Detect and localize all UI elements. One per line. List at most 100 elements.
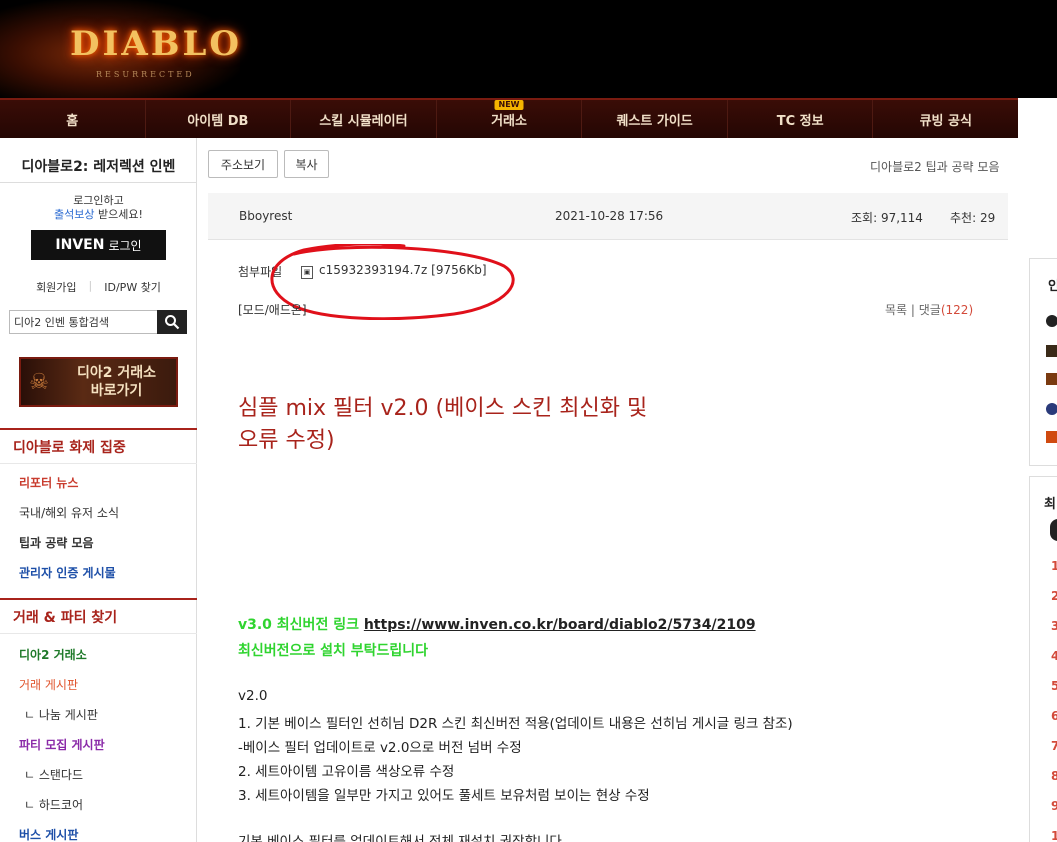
rail-box-top: 인 bbox=[1029, 258, 1057, 466]
divider: | bbox=[88, 279, 93, 292]
section-hot-topics[interactable]: 디아블로 화제 집중 bbox=[0, 428, 197, 464]
body-text: 3. 세트아이템을 일부만 가지고 있어도 풀세트 보유처럼 보이는 현상 수정 bbox=[238, 788, 650, 804]
nav-cubing[interactable]: 큐빙 공식 bbox=[873, 100, 1018, 138]
rank-number: 5 bbox=[1051, 679, 1057, 693]
attendance-text: 받으세요! bbox=[94, 208, 143, 221]
nav-item-db[interactable]: 아이템 DB bbox=[146, 100, 292, 138]
show-address-button[interactable]: 주소보기 bbox=[208, 150, 278, 178]
rank-number: 3 bbox=[1051, 619, 1057, 633]
sidebar-item-standard[interactable]: ㄴ 스탠다드 bbox=[24, 766, 83, 783]
login-label: 로그인 bbox=[108, 238, 142, 253]
sidebar-item-trade-board[interactable]: 거래 게시판 bbox=[19, 676, 78, 693]
game-icon bbox=[1046, 373, 1057, 385]
sidebar-item-admin-verified[interactable]: 관리자 인증 게시물 bbox=[19, 564, 116, 581]
comment-count[interactable]: (122) bbox=[941, 303, 973, 317]
nav-label: 큐빙 공식 bbox=[919, 113, 972, 129]
body-text: 2. 세트아이템 고유이름 색상오류 수정 bbox=[238, 764, 455, 780]
sidebar-item-tips[interactable]: 팁과 공략 모음 bbox=[19, 534, 94, 551]
list-link[interactable]: 목록 bbox=[885, 303, 907, 317]
sidebar-item-party-board[interactable]: 파티 모집 게시판 bbox=[19, 736, 105, 753]
post-date: 2021-10-28 17:56 bbox=[555, 209, 664, 223]
body-text: -베이스 필터 업데이트로 v2.0으로 버전 넘버 수정 bbox=[238, 740, 522, 756]
rank-number: 2 bbox=[1051, 589, 1057, 603]
banner-line: 바로가기 bbox=[90, 383, 143, 399]
signup-link[interactable]: 회원가입 bbox=[36, 279, 76, 295]
post-author[interactable]: Bboyrest bbox=[239, 209, 292, 223]
nav-label: TC 정보 bbox=[776, 113, 824, 129]
account-links: 회원가입 | ID/PW 찾기 bbox=[0, 279, 197, 295]
rank-number: 10 bbox=[1051, 829, 1057, 842]
body-text: 기본 베이스 필터를 업데이트해서 전체 재설치 권장합니다 bbox=[238, 834, 562, 842]
sidebar-title[interactable]: 디아블로2: 레저렉션 인벤 bbox=[0, 156, 197, 176]
rail-box-title: 인 bbox=[1048, 279, 1057, 294]
new-badge: NEW bbox=[494, 100, 524, 110]
attendance-link[interactable]: 출석보상 bbox=[54, 208, 94, 221]
trade-banner[interactable]: ☠ 디아2 거래소 바로가기 bbox=[19, 357, 178, 407]
latest-version-link[interactable]: https://www.inven.co.kr/board/diablo2/57… bbox=[364, 617, 756, 633]
game-icon bbox=[1046, 431, 1057, 443]
sidebar-item-hardcore[interactable]: ㄴ 하드코어 bbox=[24, 796, 83, 813]
nav-label: 아이템 DB bbox=[187, 113, 249, 129]
inven-logo: INVEN bbox=[55, 237, 105, 253]
game-icon bbox=[1046, 345, 1057, 357]
notice-text: v3.0 최신버전 링크 bbox=[238, 617, 364, 633]
toggle-icon[interactable] bbox=[1050, 519, 1057, 541]
divider bbox=[0, 182, 197, 183]
sidebar-item-user-news[interactable]: 국내/해외 유저 소식 bbox=[19, 504, 119, 521]
rail-box-title: 최 bbox=[1044, 497, 1056, 512]
main-nav: 홈 아이템 DB 스킬 시뮬레이터 NEW 거래소 퀘스트 가이드 TC 정보 … bbox=[0, 98, 1018, 138]
find-account-link[interactable]: ID/PW 찾기 bbox=[104, 279, 161, 295]
body-text: 1. 기본 베이스 필터인 선히님 D2R 스킨 최신버전 적용(업데이트 내용… bbox=[238, 716, 793, 732]
nav-tc-info[interactable]: TC 정보 bbox=[728, 100, 874, 138]
rank-number: 7 bbox=[1051, 739, 1057, 753]
sidebar-item-reporter-news[interactable]: 리포터 뉴스 bbox=[19, 474, 78, 491]
search-button[interactable] bbox=[157, 310, 187, 334]
rank-number: 1 bbox=[1051, 559, 1057, 573]
latest-version-notice: v3.0 최신버전 링크 https://www.inven.co.kr/boa… bbox=[238, 614, 756, 634]
sidebar-item-share-board[interactable]: ㄴ 나눔 게시판 bbox=[24, 706, 98, 723]
logo-text: DIABLO bbox=[70, 24, 243, 64]
post-title: 심플 mix 필터 v2.0 (베이스 스킨 최신화 및 오류 수정) bbox=[238, 393, 718, 457]
logo-subtitle: RESURRECTED bbox=[96, 70, 195, 79]
board-category[interactable]: 디아블로2 팁과 공략 모음 bbox=[870, 158, 999, 175]
title-line: 오류 수정) bbox=[238, 428, 335, 453]
title-line: 심플 mix 필터 v2.0 (베이스 스킨 최신화 및 bbox=[238, 396, 648, 421]
list-links: 목록 | 댓글(122) bbox=[885, 301, 973, 318]
section-trade-party[interactable]: 거래 & 파티 찾기 bbox=[0, 598, 197, 634]
avatar-icon bbox=[1046, 315, 1057, 327]
divider: | bbox=[907, 303, 919, 317]
skull-icon: ☠ bbox=[29, 369, 49, 395]
diablo-logo[interactable]: DIABLO RESURRECTED bbox=[70, 20, 239, 80]
post-views: 조회: 97,114 bbox=[851, 211, 923, 225]
rank-number: 4 bbox=[1051, 649, 1057, 663]
post-category-tag: [모드/애드온] bbox=[238, 303, 307, 317]
rail-box-ranking: 최 1 2 3 4 5 6 7 8 9 10 bbox=[1029, 476, 1057, 842]
rank-number: 6 bbox=[1051, 709, 1057, 723]
sidebar-item-bus-board[interactable]: 버스 게시판 bbox=[19, 826, 78, 842]
rank-number: 8 bbox=[1051, 769, 1057, 783]
post-meta-bar: Bboyrest 2021-10-28 17:56 조회: 97,114 추천:… bbox=[208, 193, 1008, 240]
sidebar: 디아블로2: 레저렉션 인벤 로그인하고 출석보상 받으세요! INVEN 로그인… bbox=[0, 138, 197, 842]
nav-label: 홈 bbox=[66, 113, 79, 129]
nav-quest-guide[interactable]: 퀘스트 가이드 bbox=[582, 100, 728, 138]
sidebar-item-d2-trade[interactable]: 디아2 거래소 bbox=[19, 646, 87, 663]
nav-label: 스킬 시뮬레이터 bbox=[319, 113, 408, 129]
copy-button[interactable]: 복사 bbox=[284, 150, 329, 178]
game-icon bbox=[1046, 403, 1057, 415]
post-recommends: 추천: 29 bbox=[950, 211, 996, 225]
nav-home[interactable]: 홈 bbox=[0, 100, 146, 138]
inven-login-button[interactable]: INVEN 로그인 bbox=[31, 230, 166, 260]
search-input[interactable]: 디아2 인벤 통합검색 bbox=[9, 310, 158, 334]
attendance-message: 출석보상 받으세요! bbox=[0, 206, 197, 222]
comment-link[interactable]: 댓글 bbox=[919, 303, 941, 317]
banner-line: 디아2 거래소 bbox=[76, 365, 156, 381]
rank-number: 9 bbox=[1051, 799, 1057, 813]
nav-trade[interactable]: NEW 거래소 bbox=[437, 100, 583, 138]
nav-skill-sim[interactable]: 스킬 시뮬레이터 bbox=[291, 100, 437, 138]
install-request: 최신버전으로 설치 부탁드립니다 bbox=[238, 643, 429, 659]
nav-label: 퀘스트 가이드 bbox=[616, 113, 693, 129]
nav-label: 거래소 bbox=[491, 113, 527, 129]
search-icon bbox=[165, 315, 180, 330]
banner-text: 디아2 거래소 바로가기 bbox=[57, 364, 176, 400]
site-header: DIABLO RESURRECTED bbox=[0, 0, 1057, 98]
